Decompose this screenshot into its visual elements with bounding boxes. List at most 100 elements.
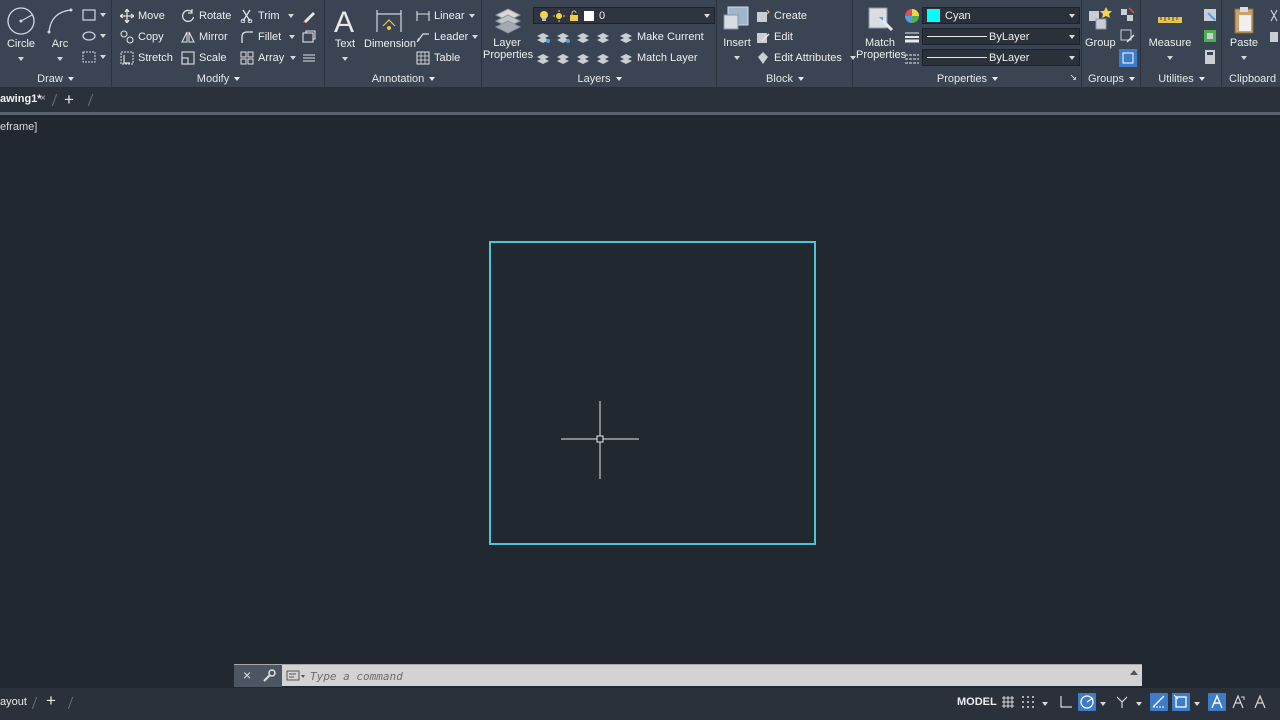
block-panel-title[interactable]: Block [718,73,852,85]
drawing-canvas[interactable]: eframe] [0,115,1280,663]
command-history-icon[interactable] [286,670,306,682]
layers-panel-title[interactable]: Layers [483,73,716,85]
chevron-down-icon [234,77,241,82]
calculator-button[interactable] [1202,49,1218,65]
model-space-button[interactable]: MODEL [953,694,1001,714]
chevron-down-icon[interactable] [1100,702,1106,706]
tab-drawing1[interactable]: awing1* [0,93,42,105]
object-snap-tracking-toggle[interactable] [1150,693,1168,711]
copy-clip-button[interactable] [1269,30,1279,44]
array-button[interactable]: Array [240,51,297,65]
text-dropdown-icon[interactable] [342,57,348,61]
trim-button[interactable]: Trim [240,9,294,23]
rectangle-object[interactable] [489,241,816,545]
circle-dropdown-icon[interactable] [18,57,24,61]
arc-dropdown-icon[interactable] [57,57,63,61]
new-tab-plus-icon[interactable]: + [64,90,74,110]
mirror-button[interactable]: Mirror [181,30,228,44]
rotate-button[interactable]: Rotate [181,9,231,23]
offset-button[interactable] [301,52,317,64]
explode-button[interactable] [301,30,317,44]
wrench-icon[interactable] [262,669,276,683]
edit-attributes-button[interactable]: Edit Attributes [756,51,856,65]
layer-state-icons[interactable] [535,30,615,44]
isodraft-icon[interactable] [1114,694,1130,710]
make-current-button[interactable]: Make Current [619,30,704,44]
edit-block-button[interactable]: Edit [756,30,793,44]
leader-button[interactable]: Leader [416,30,479,44]
tab-layout[interactable]: ayout [0,696,27,708]
draw-panel-title[interactable]: Draw [0,73,111,85]
chevron-up-icon[interactable] [1130,670,1138,675]
linetype-dropdown[interactable]: ByLayer [922,49,1080,66]
add-layout-plus-icon[interactable]: + [46,691,56,711]
create-block-button[interactable]: Create [756,9,807,23]
object-snap-toggle[interactable] [1172,693,1190,711]
text-button[interactable]: A Text [330,6,360,64]
command-input[interactable] [310,668,1110,684]
color-wheel-icon-wrap[interactable] [904,8,920,24]
tab-close-icon[interactable]: × [40,93,46,104]
paste-dropdown-icon[interactable] [1241,56,1247,60]
clipboard-panel-title[interactable]: Clipboard [1229,73,1280,85]
modify-panel-title[interactable]: Modify [113,73,324,85]
layer-walk-icons[interactable] [535,51,615,65]
chevron-down-icon[interactable] [1042,702,1048,706]
quick-select-button[interactable] [1202,7,1218,23]
panel-launcher-icon[interactable]: ↘ [1069,72,1077,83]
measure-dropdown-icon[interactable] [1167,56,1173,60]
snap-mode-icon[interactable] [1020,694,1036,710]
group-edit-button[interactable] [1119,28,1135,44]
scale-button[interactable]: Scale [181,51,227,65]
arc-button[interactable]: Arc [44,6,76,64]
chevron-down-icon[interactable] [1136,702,1142,706]
command-line: × [234,664,1142,687]
rectangle-tool[interactable] [82,9,106,21]
chevron-down-icon[interactable] [1194,702,1200,706]
match-properties-button[interactable]: Match Properties [856,5,906,61]
circle-button[interactable]: Circle [4,6,38,64]
dimension-button[interactable]: Dimension [364,6,416,50]
polar-tracking-toggle[interactable] [1078,693,1096,711]
chevron-down-icon [429,77,436,82]
dimension-icon [376,10,402,32]
close-icon[interactable]: × [243,667,251,683]
move-button[interactable]: Move [120,9,165,23]
annotation-visibility-toggle[interactable] [1208,693,1226,711]
auto-scale-icon[interactable] [1230,694,1246,710]
ellipse-tool[interactable] [82,30,106,42]
hatch-tool[interactable] [82,51,106,63]
erase-button[interactable] [301,8,317,24]
utilities-panel-title[interactable]: Utilities [1142,73,1221,85]
fillet-button[interactable]: Fillet [240,30,296,44]
insert-button[interactable]: Insert [720,5,754,63]
annotation-scale-dropdown-icon[interactable] [1252,694,1268,710]
copy-button[interactable]: Copy [120,30,164,44]
insert-dropdown-icon[interactable] [734,56,740,60]
grid-icon[interactable] [1000,694,1016,710]
lineweight-icon-wrap[interactable] [904,30,920,44]
group-button[interactable]: Group [1085,5,1116,49]
group-selection-button[interactable] [1119,49,1137,67]
ortho-mode-icon[interactable] [1058,694,1074,710]
ungroup-button[interactable] [1119,7,1135,23]
table-button[interactable]: Table [416,51,460,65]
tab-divider [87,94,94,106]
layer-dropdown[interactable]: 0 [533,7,715,24]
block-panel: Insert Create Edit Edit Attributes Block [718,0,856,88]
measure-button[interactable]: Measure [1144,5,1196,63]
linetype-icon-wrap[interactable] [904,52,920,66]
stretch-button[interactable]: Stretch [120,51,173,65]
match-layer-button[interactable]: Match Layer [619,51,698,65]
layer-properties-button[interactable]: Layer Properties [483,5,533,61]
lineweight-dropdown[interactable]: ByLayer [922,28,1080,45]
groups-panel-title[interactable]: Groups [1083,73,1140,85]
properties-panel-title[interactable]: Properties ↘ [854,72,1081,85]
annotation-panel-title[interactable]: Annotation [326,73,481,85]
cut-button[interactable] [1269,9,1279,23]
color-dropdown[interactable]: Cyan [922,7,1080,24]
paste-button[interactable]: Paste [1227,5,1261,63]
linear-dimension-button[interactable]: Linear [416,9,475,23]
viewport-controls-label[interactable]: eframe] [0,121,37,133]
select-all-button[interactable] [1202,28,1218,44]
